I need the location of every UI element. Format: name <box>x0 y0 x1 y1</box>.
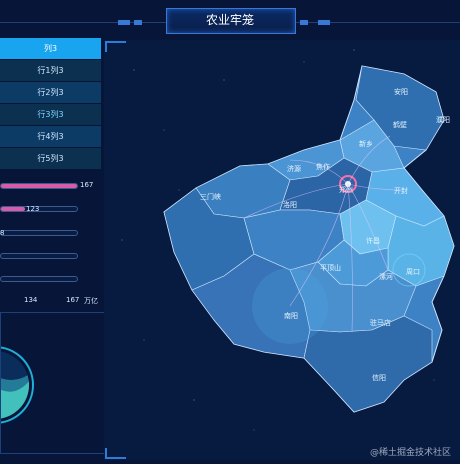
city-label[interactable]: 濮阳 <box>436 115 450 125</box>
header-deco-right-2 <box>300 20 308 25</box>
header-deco-left-2 <box>134 20 142 25</box>
map-panel: 安阳 鹤壁 濮阳 新乡 焦作 济源 三门峡 洛阳 郑州 开封 许昌 平顶山 漯河… <box>104 40 460 460</box>
table-row[interactable]: 行5列3 <box>0 148 101 169</box>
city-label[interactable]: 驻马店 <box>370 318 391 328</box>
watermark: @稀土掘金技术社区 <box>370 448 452 458</box>
table-row[interactable]: 行4列3 <box>0 126 101 147</box>
city-label[interactable]: 开封 <box>394 186 408 196</box>
bar-value: 123 <box>26 205 40 213</box>
table-row[interactable]: 行1列3 <box>0 60 101 81</box>
city-label[interactable]: 安阳 <box>394 87 408 97</box>
header-deco-right <box>318 20 330 25</box>
city-label[interactable]: 济源 <box>287 164 301 174</box>
axis-unit: 万亿 <box>84 297 98 305</box>
bar-value: 8 <box>0 229 5 237</box>
bar-track <box>0 230 78 236</box>
city-label[interactable]: 三门峡 <box>200 192 221 202</box>
city-label[interactable]: 南阳 <box>284 311 298 321</box>
table-row[interactable]: 行3列3 <box>0 104 101 125</box>
city-label[interactable]: 郑州 <box>339 185 353 195</box>
city-label[interactable]: 焦作 <box>316 162 330 172</box>
bar-fill <box>1 207 26 211</box>
bar-track <box>0 276 78 282</box>
city-label[interactable]: 漯河 <box>379 272 393 282</box>
table-panel: 列3 行1列3 行2列3 行3列3 行4列3 行5列3 <box>0 38 102 172</box>
bar-panel: 167 123 8 <box>0 178 102 308</box>
city-label[interactable]: 周口 <box>406 267 420 277</box>
city-label[interactable]: 平顶山 <box>320 263 341 273</box>
city-label[interactable]: 信阳 <box>372 373 386 383</box>
bar-fill <box>1 184 77 188</box>
axis-tick: 134 <box>24 296 38 304</box>
header-deco-left <box>118 20 130 25</box>
table-row[interactable]: 行2列3 <box>0 82 101 103</box>
page-title: 农业牢笼 <box>205 13 254 27</box>
axis-tick: 167 <box>66 296 80 304</box>
city-label[interactable]: 鹤壁 <box>393 120 407 130</box>
bar-track <box>0 183 78 189</box>
table-header: 列3 <box>0 38 101 59</box>
gauge-panel <box>0 312 106 454</box>
city-label[interactable]: 新乡 <box>359 139 373 149</box>
bar-value: 167 <box>80 181 94 189</box>
city-label[interactable]: 许昌 <box>366 236 380 246</box>
bar-track <box>0 253 78 259</box>
province-map[interactable] <box>104 40 460 460</box>
city-label[interactable]: 洛阳 <box>283 200 297 210</box>
liquid-gauge <box>0 346 34 424</box>
